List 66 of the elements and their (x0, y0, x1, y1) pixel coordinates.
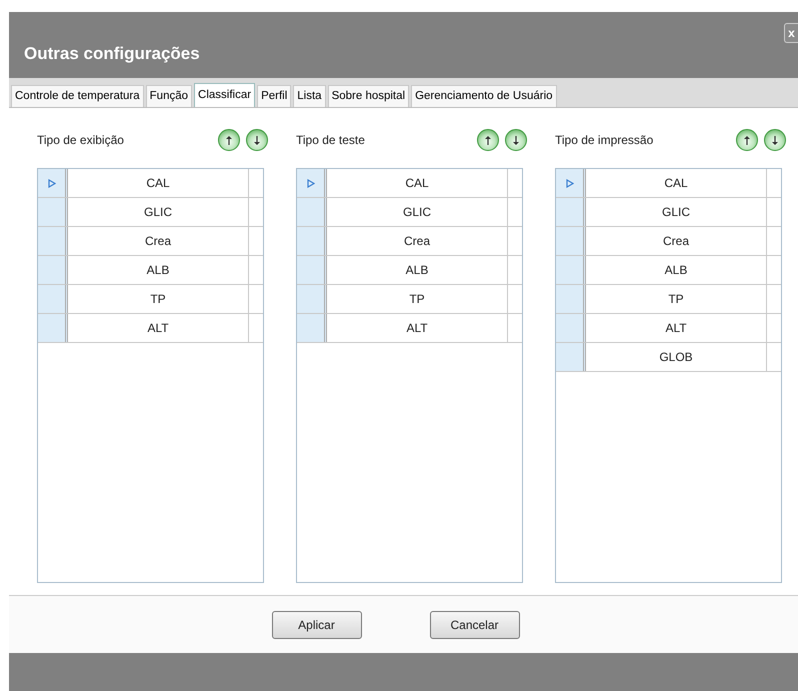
table-cell: Crea (68, 227, 249, 255)
tab[interactable]: Perfil (257, 85, 292, 107)
row-header[interactable] (38, 198, 68, 226)
table-cell: CAL (327, 169, 508, 197)
row-header[interactable] (556, 169, 586, 197)
move-up-button[interactable] (736, 129, 758, 151)
table-cell: GLIC (586, 198, 767, 226)
table-cell: ALB (327, 256, 508, 284)
row-header[interactable] (38, 314, 68, 342)
list-title: Tipo de teste (296, 132, 365, 149)
tab[interactable]: Lista (293, 85, 326, 107)
move-up-button[interactable] (477, 129, 499, 151)
tab[interactable]: Função (146, 85, 192, 107)
table-cell: CAL (586, 169, 767, 197)
row-header[interactable] (556, 198, 586, 226)
down-arrow-icon (772, 136, 778, 144)
dialog-button[interactable]: Aplicar (272, 610, 362, 638)
table-cell: TP (586, 285, 767, 313)
row-header[interactable] (297, 169, 327, 197)
table-cell: GLIC (68, 198, 249, 226)
row-header[interactable] (38, 256, 68, 284)
table-cell: TP (68, 285, 249, 313)
table-cell: CAL (68, 169, 249, 197)
tab[interactable]: Sobre hospital (328, 85, 410, 107)
row-header[interactable] (556, 256, 586, 284)
row-header[interactable] (556, 227, 586, 255)
window-title: Outras configurações (24, 43, 200, 65)
move-down-button[interactable] (505, 129, 527, 151)
row-header[interactable] (38, 285, 68, 313)
list-title: Tipo de exibição (37, 132, 124, 149)
move-down-button[interactable] (764, 129, 786, 151)
table-cell: Crea (327, 227, 508, 255)
up-arrow-icon (744, 136, 750, 144)
row-header[interactable] (556, 314, 586, 342)
table-cell: GLOB (586, 343, 767, 371)
table-cell: ALB (68, 256, 249, 284)
row-header[interactable] (38, 169, 68, 197)
row-header[interactable] (556, 343, 586, 371)
row-header[interactable] (297, 256, 327, 284)
move-down-button[interactable] (246, 129, 268, 151)
table-cell: ALB (586, 256, 767, 284)
table-cell: ALT (586, 314, 767, 342)
table-cell: Crea (586, 227, 767, 255)
table-cell: ALT (327, 314, 508, 342)
tab[interactable]: Classificar (194, 83, 256, 107)
row-header[interactable] (38, 227, 68, 255)
down-arrow-icon (254, 136, 260, 144)
list-title: Tipo de impressão (555, 132, 654, 149)
table-cell: GLIC (327, 198, 508, 226)
row-header[interactable] (556, 285, 586, 313)
tab[interactable]: Gerenciamento de Usuário (411, 85, 557, 107)
up-arrow-icon (485, 136, 491, 144)
tab[interactable]: Controle de temperatura (11, 85, 144, 107)
move-up-button[interactable] (218, 129, 240, 151)
table-cell: TP (327, 285, 508, 313)
current-row-icon (306, 178, 314, 188)
row-header[interactable] (297, 314, 327, 342)
row-header[interactable] (297, 285, 327, 313)
down-arrow-icon (513, 136, 519, 144)
row-header[interactable] (297, 227, 327, 255)
table-cell: ALT (68, 314, 249, 342)
current-row-icon (48, 178, 56, 188)
dialog-button[interactable]: Cancelar (430, 610, 520, 638)
current-row-icon (566, 178, 574, 188)
row-header[interactable] (297, 198, 327, 226)
up-arrow-icon (226, 136, 232, 144)
